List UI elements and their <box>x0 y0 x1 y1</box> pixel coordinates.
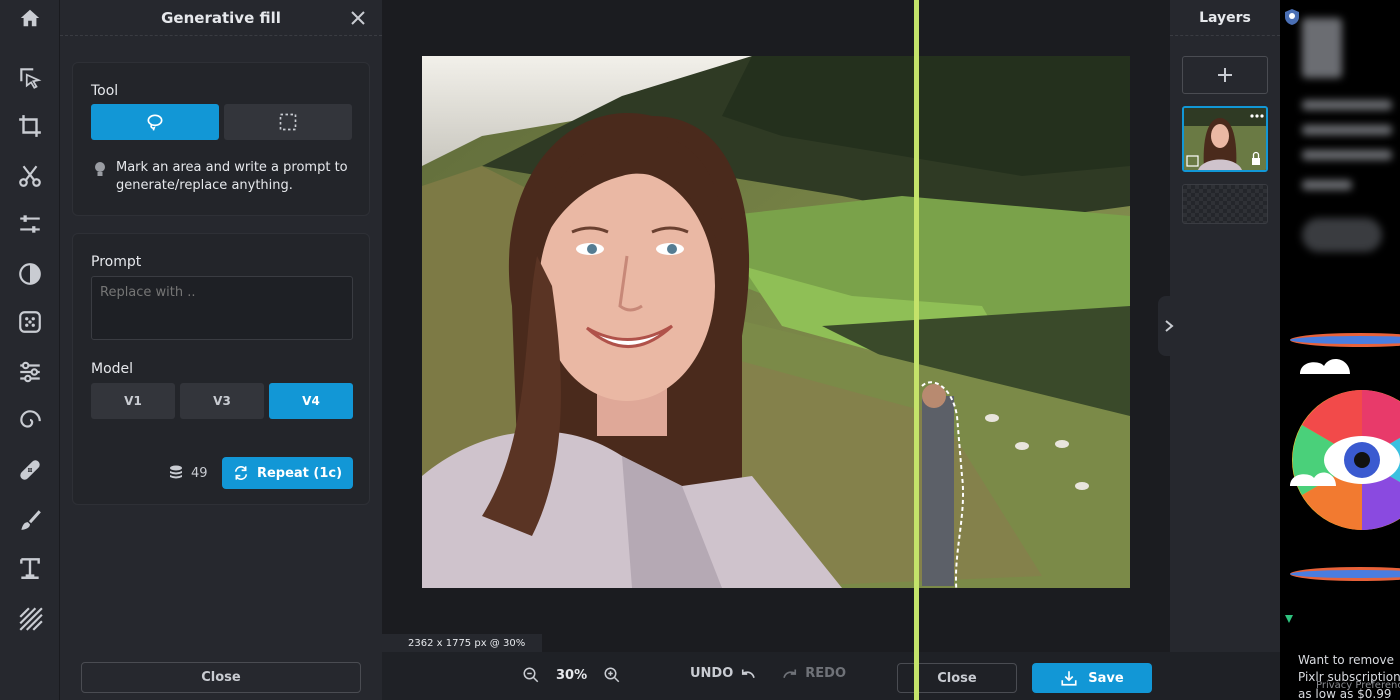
hatch-icon <box>19 607 43 631</box>
layer-thumbnail[interactable] <box>1182 106 1268 172</box>
save-button[interactable]: Save <box>1032 663 1152 693</box>
advertisement-panel[interactable]: Want to remove Pixlr subscription as low… <box>1280 0 1400 700</box>
add-layer-button[interactable] <box>1182 56 1268 94</box>
zoom-in-icon[interactable] <box>603 666 621 684</box>
canvas-area: 2362 x 1775 px @ 30% <box>382 0 1170 652</box>
layers-collapse-toggle[interactable] <box>1158 296 1180 356</box>
layers-title: Layers <box>1170 0 1280 36</box>
spiral-icon <box>20 410 41 428</box>
model-v1-button[interactable]: V1 <box>91 383 175 419</box>
scissors-icon <box>19 165 41 187</box>
ad-blurred-line <box>1302 100 1392 110</box>
home-button[interactable] <box>0 0 60 36</box>
ad-blurred-logo <box>1302 18 1342 78</box>
undo-button[interactable]: UNDO <box>690 666 757 681</box>
edited-photo[interactable] <box>422 56 1130 588</box>
filter-tool-button[interactable] <box>10 254 50 294</box>
prompt-input[interactable] <box>91 276 353 340</box>
crop-tool-button[interactable] <box>10 106 50 146</box>
adjust-tool-button[interactable] <box>10 204 50 244</box>
ad-choices-icon <box>1285 615 1293 623</box>
coins-stack-icon <box>170 465 182 479</box>
lasso-icon <box>147 114 163 131</box>
photo-image <box>422 56 1130 588</box>
redo-button[interactable]: REDO <box>781 666 846 681</box>
marquee-icon <box>279 113 297 131</box>
history-controls: UNDO REDO <box>690 666 846 681</box>
text-icon <box>20 558 40 579</box>
ad-illustration <box>1290 333 1400 581</box>
lasso-tool-button[interactable] <box>91 104 219 140</box>
tool-sidebar <box>0 0 60 700</box>
model-label: Model <box>91 361 134 377</box>
bandage-icon <box>20 460 40 480</box>
plus-icon <box>1218 68 1232 82</box>
ad-text: Want to remove Pixlr subscription as low… <box>1298 653 1400 700</box>
cutout-tool-button[interactable] <box>10 156 50 196</box>
panel-close-button[interactable] <box>346 6 370 30</box>
refresh-icon <box>234 466 248 480</box>
prompt-card: Prompt Model V1 V3 V4 49 Repeat (1c) <box>72 233 370 505</box>
model-v3-button[interactable]: V3 <box>180 383 264 419</box>
redo-label: REDO <box>805 666 847 681</box>
layer-preview <box>1184 108 1266 170</box>
lightbulb-icon <box>95 162 105 176</box>
layers-panel: Layers <box>1170 0 1280 652</box>
repeat-button[interactable]: Repeat (1c) <box>222 457 353 489</box>
panel-title: Generative fill <box>60 0 382 36</box>
ad-blurred-line <box>1302 180 1352 190</box>
tool-hint: Mark an area and write a prompt to gener… <box>116 160 348 193</box>
wave-sliders-icon <box>20 361 40 383</box>
credits-value: 49 <box>191 465 208 481</box>
download-icon <box>1061 671 1077 686</box>
image-info: 2362 x 1775 px @ 30% <box>382 634 542 652</box>
zoom-controls: 30% <box>522 666 621 684</box>
liquify-tool-button[interactable] <box>10 352 50 392</box>
distort-tool-button[interactable] <box>10 400 50 440</box>
pixlr-editor: Generative fill Tool Mark an area and wr… <box>0 0 1400 700</box>
contrast-icon <box>19 263 41 285</box>
rectangle-select-button[interactable] <box>224 104 352 140</box>
prompt-label: Prompt <box>91 254 142 270</box>
tool-card: Tool Mark an area and write a prompt to … <box>72 62 370 216</box>
bottom-bar: 30% UNDO REDO Close Save <box>382 652 1280 700</box>
cursor-select-icon <box>20 68 42 89</box>
ad-badge-icon <box>1285 9 1299 25</box>
undo-label: UNDO <box>690 666 734 681</box>
ad-blurred-line <box>1302 150 1392 160</box>
zoom-out-icon[interactable] <box>522 666 540 684</box>
brush-icon <box>21 510 41 530</box>
empty-layer-slot[interactable] <box>1182 184 1268 224</box>
text-tool-button[interactable] <box>10 548 50 588</box>
credits-count: 49 <box>169 457 208 489</box>
save-label: Save <box>1088 670 1124 686</box>
dots-grid-icon <box>19 311 41 333</box>
close-icon <box>351 11 365 25</box>
undo-icon <box>742 669 756 678</box>
chevron-right-icon <box>1165 320 1174 332</box>
zoom-level: 30% <box>556 667 588 683</box>
panel-close-bottom-button[interactable]: Close <box>81 662 361 693</box>
repeat-label: Repeat (1c) <box>256 465 343 481</box>
generative-fill-panel: Generative fill Tool Mark an area and wr… <box>60 0 382 700</box>
ad-blurred-button <box>1302 218 1382 252</box>
effect-tool-button[interactable] <box>10 302 50 342</box>
privacy-preferences-link[interactable]: Privacy Preferences <box>1316 680 1400 691</box>
arrange-tool-button[interactable] <box>10 58 50 98</box>
brush-tool-button[interactable] <box>10 500 50 540</box>
tool-label: Tool <box>91 83 119 99</box>
retouch-tool-button[interactable] <box>10 450 50 490</box>
ad-blurred-line <box>1302 125 1392 135</box>
model-v4-button[interactable]: V4 <box>269 383 353 419</box>
sliders-icon <box>20 215 40 233</box>
crop-icon <box>19 115 41 137</box>
redo-icon <box>783 669 797 678</box>
compare-slider[interactable] <box>914 0 919 700</box>
pattern-tool-button[interactable] <box>10 598 50 638</box>
home-icon <box>20 9 40 27</box>
